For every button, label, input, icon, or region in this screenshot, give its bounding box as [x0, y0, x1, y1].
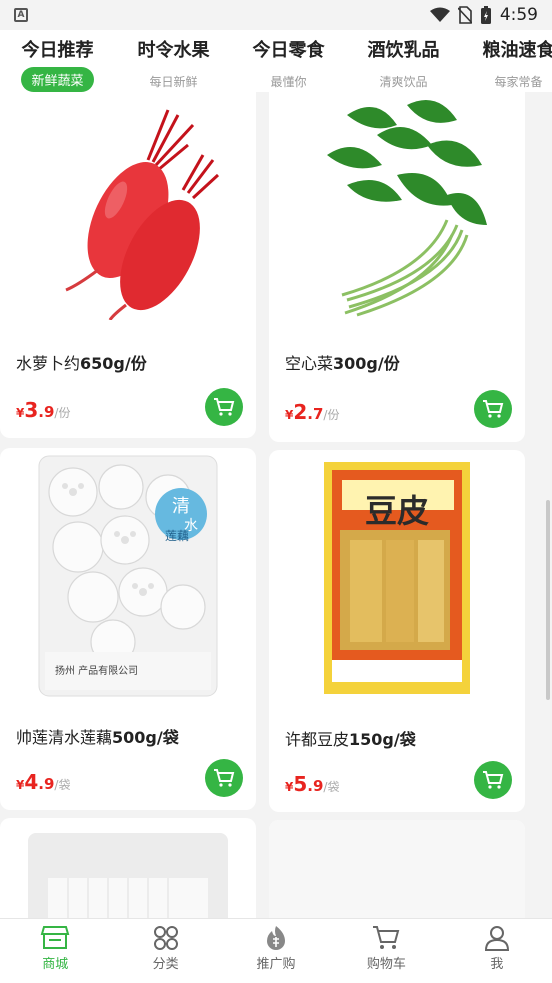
nav-label: 我 — [490, 957, 504, 972]
nav-cart[interactable]: 购物车 — [331, 919, 441, 983]
tab-grain-oil-instant[interactable]: 粮油速食 每家常备 — [461, 34, 552, 92]
promote-icon — [267, 926, 286, 950]
product-image-water-spinach[interactable] — [269, 92, 525, 330]
tab-title: 酒饮乳品 — [367, 40, 440, 61]
tab-title: 今日推荐 — [21, 40, 94, 61]
category-tabs: 今日推荐 新鲜蔬菜 时令水果 每日新鲜 今日零食 最懂你 酒饮乳品 清爽饮品 粮… — [0, 34, 552, 92]
category-icon — [153, 926, 178, 950]
tab-subtitle: 清爽饮品 — [379, 75, 428, 89]
product-price: ¥2.7/份 — [285, 400, 340, 424]
tab-drinks-dairy[interactable]: 酒饮乳品 清爽饮品 — [346, 34, 461, 92]
product-image-lotus-root[interactable]: 清 水 莲藕 扬州 产品有限公司 — [0, 448, 256, 704]
tab-title: 时令水果 — [137, 40, 210, 61]
nav-label: 分类 — [152, 957, 179, 972]
nav-profile[interactable]: 我 — [442, 919, 552, 983]
profile-icon — [484, 926, 509, 951]
product-card[interactable] — [0, 818, 256, 918]
tab-subtitle: 新鲜蔬菜 — [21, 67, 94, 92]
product-image[interactable] — [269, 820, 525, 918]
cart-icon — [214, 398, 235, 416]
wifi-icon — [429, 7, 450, 22]
product-price: ¥3.9/份 — [16, 398, 71, 422]
product-card[interactable]: 豆皮 许都豆皮150g/袋 ¥5.9/袋 — [269, 450, 525, 812]
battery-icon — [480, 5, 491, 24]
nav-label: 商城 — [42, 957, 69, 972]
tab-today-snacks[interactable]: 今日零食 最懂你 — [231, 34, 346, 92]
product-price: ¥5.9/袋 — [285, 772, 340, 796]
nav-promote[interactable]: 推广购 — [221, 919, 331, 983]
lotus-pack-label: 莲藕 — [165, 529, 189, 543]
scrollbar[interactable] — [546, 500, 550, 700]
product-name[interactable]: 帅莲清水莲藕500g/袋 — [16, 724, 179, 748]
product-image[interactable] — [0, 818, 256, 918]
tab-title: 今日零食 — [252, 40, 325, 61]
lotus-brand-mark: 清 — [172, 496, 190, 517]
app-notification-icon: A — [14, 8, 28, 22]
tofu-skin-pack-label: 豆皮 — [365, 492, 429, 530]
no-sim-icon — [457, 6, 472, 24]
cart-icon — [483, 771, 504, 789]
product-name[interactable]: 许都豆皮150g/袋 — [285, 726, 416, 750]
add-to-cart-button[interactable] — [474, 390, 512, 428]
lotus-pack-footer: 扬州 产品有限公司 — [55, 664, 138, 677]
status-bar: A 4:59 — [0, 0, 552, 30]
tab-today-recommend[interactable]: 今日推荐 新鲜蔬菜 — [0, 34, 115, 92]
product-card[interactable]: 水萝卜约650g/份 ¥3.9/份 — [0, 92, 256, 438]
cart-icon — [214, 769, 235, 787]
cart-icon — [483, 400, 504, 418]
nav-category[interactable]: 分类 — [110, 919, 220, 983]
nav-label: 购物车 — [366, 957, 406, 972]
product-card[interactable]: 空心菜300g/份 ¥2.7/份 — [269, 92, 525, 442]
product-price: ¥4.9/袋 — [16, 770, 71, 794]
product-card[interactable] — [269, 820, 525, 918]
nav-label: 推广购 — [256, 957, 296, 972]
add-to-cart-button[interactable] — [474, 761, 512, 799]
category-header: 今日推荐 新鲜蔬菜 时令水果 每日新鲜 今日零食 最懂你 酒饮乳品 清爽饮品 粮… — [0, 30, 552, 92]
nav-store[interactable]: 商城 — [0, 919, 110, 983]
tab-seasonal-fruit[interactable]: 时令水果 每日新鲜 — [116, 34, 231, 92]
product-grid: 水萝卜约650g/份 ¥3.9/份 空心菜300g/份 ¥2.7/份 清 水 莲… — [0, 92, 552, 918]
tab-subtitle: 每家常备 — [494, 75, 543, 89]
product-name[interactable]: 空心菜300g/份 — [285, 350, 400, 374]
store-icon — [40, 926, 70, 949]
tab-title: 粮油速食 — [482, 40, 552, 61]
add-to-cart-button[interactable] — [205, 759, 243, 797]
product-name[interactable]: 水萝卜约650g/份 — [16, 350, 147, 374]
tab-subtitle: 每日新鲜 — [149, 75, 198, 89]
cart-icon — [373, 926, 400, 949]
bottom-nav: 商城 分类 推广购 购物车 我 — [0, 918, 552, 983]
add-to-cart-button[interactable] — [205, 388, 243, 426]
clock: 4:59 — [499, 5, 538, 25]
product-card[interactable]: 清 水 莲藕 扬州 产品有限公司 帅莲清水莲藕500g/袋 ¥4.9/袋 — [0, 448, 256, 810]
product-image-tofu-skin[interactable]: 豆皮 — [269, 450, 525, 706]
tab-subtitle: 最懂你 — [270, 75, 307, 89]
product-image-radish[interactable] — [0, 92, 256, 330]
